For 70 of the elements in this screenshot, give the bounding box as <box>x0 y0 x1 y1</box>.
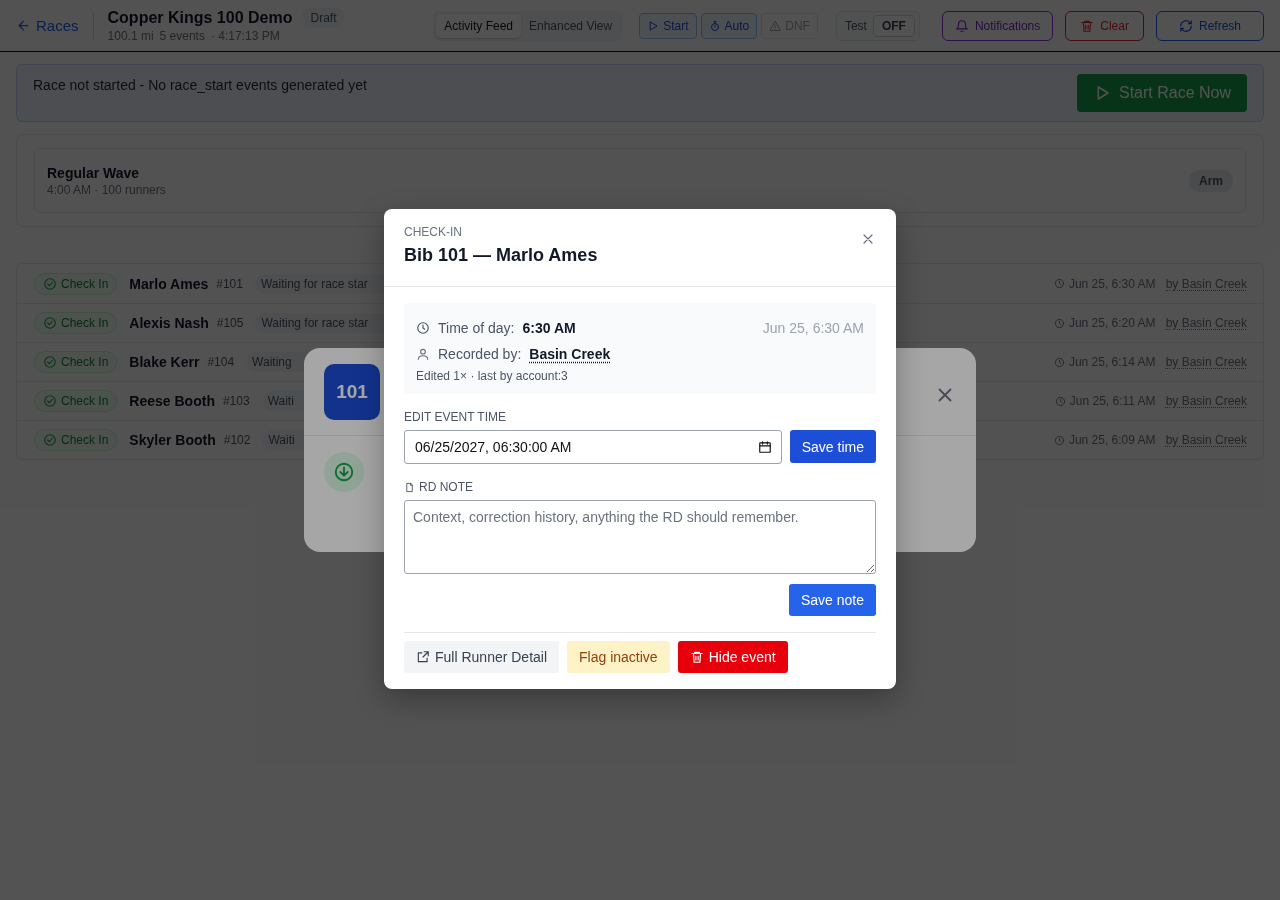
clock-icon <box>1054 395 1066 407</box>
check-circle-icon <box>43 316 57 330</box>
arrow-down-icon <box>333 461 355 483</box>
event-type-label: CHECK-IN <box>404 225 463 239</box>
runner-name: Reese Booth <box>129 393 215 409</box>
check-circle-icon <box>43 355 57 369</box>
clock-icon <box>1053 317 1065 329</box>
runner-name: Skyler Booth <box>129 432 216 448</box>
back-link[interactable]: Races <box>16 12 94 39</box>
trash-icon <box>1080 18 1095 33</box>
recorded-label: Recorded by: <box>438 346 522 362</box>
runner-name: Blake Kerr <box>129 354 200 370</box>
stopwatch-icon <box>708 19 721 32</box>
toolbar-button[interactable]: Notifications <box>941 10 1054 41</box>
bib-number: #105 <box>216 316 244 330</box>
event-type-chip[interactable]: Check In <box>34 390 118 412</box>
event-type-chip[interactable]: Check In <box>34 429 118 451</box>
clock-icon <box>416 321 430 335</box>
check-circle-icon <box>43 433 57 447</box>
recorder-link[interactable]: Basin Creek <box>529 346 611 362</box>
clock-icon <box>1053 434 1065 446</box>
bib-number: #102 <box>223 433 251 447</box>
time-label: Time of day: <box>438 320 515 336</box>
calendar-icon <box>757 440 772 454</box>
banner-message: Race not started - No race_start events generated yet <box>33 77 367 93</box>
bib-number: #101 <box>216 276 243 291</box>
trash-icon <box>689 650 704 664</box>
test-label: Test <box>844 18 867 33</box>
time-value: 6:30 AM <box>522 320 576 336</box>
footer-button[interactable]: Flag inactive <box>567 641 670 673</box>
datetime-field[interactable]: 06/25/2027, 06:30:00 AM <box>404 430 782 464</box>
runner-name: Marlo Ames <box>129 275 209 292</box>
view-tab[interactable]: Activity Feed <box>436 13 521 38</box>
bib-number: #104 <box>207 355 235 369</box>
clock-icon <box>1053 356 1065 368</box>
bib-number: #103 <box>222 394 250 408</box>
toolbar-button[interactable]: Refresh <box>1155 10 1264 41</box>
event-type-chip[interactable]: Check In <box>34 272 118 295</box>
warning-icon <box>769 19 782 32</box>
event-timestamp: Jun 25, 6:30 AM <box>762 320 864 336</box>
runner-name: Alexis Nash <box>129 315 209 331</box>
wave-name: Regular Wave <box>47 164 141 181</box>
check-circle-icon <box>43 276 57 291</box>
edit-history: Edited 1× · last by account:3 <box>416 369 569 383</box>
refresh-icon <box>1178 18 1193 33</box>
save-time-button[interactable]: Save time <box>789 430 876 463</box>
note-icon <box>404 481 415 493</box>
dialog-title: Bib 101 — Marlo Ames <box>404 245 598 266</box>
field-label: EDIT EVENT TIME <box>404 410 507 424</box>
start-race-button[interactable]: Start Race Now <box>1076 74 1247 112</box>
footer-button[interactable]: Hide event <box>677 641 788 673</box>
external-link-icon <box>416 650 430 664</box>
footer-button[interactable]: Full Runner Detail <box>404 641 560 673</box>
play-icon <box>647 19 660 32</box>
bell-icon <box>954 18 969 33</box>
bib-badge: 101 <box>324 363 380 420</box>
event-type-chip[interactable]: Check In <box>34 351 118 373</box>
action-button[interactable]: Start <box>639 12 697 39</box>
event-type-chip[interactable]: Check In <box>34 312 118 334</box>
toolbar-button[interactable]: Clear <box>1065 10 1144 41</box>
user-icon <box>416 347 430 361</box>
save-note-button[interactable]: Save note <box>788 584 876 616</box>
field-label: RD NOTE <box>419 480 473 494</box>
test-toggle[interactable]: OFF <box>872 14 915 37</box>
check-circle-icon <box>43 394 57 408</box>
race-title: Copper Kings 100 Demo <box>107 9 293 27</box>
note-field[interactable]: Context, correction history, anything the RD should remember. <box>404 500 876 574</box>
arrow-left-icon <box>16 18 31 33</box>
clock-icon <box>1053 278 1065 289</box>
action-button[interactable]: Auto <box>700 12 758 39</box>
